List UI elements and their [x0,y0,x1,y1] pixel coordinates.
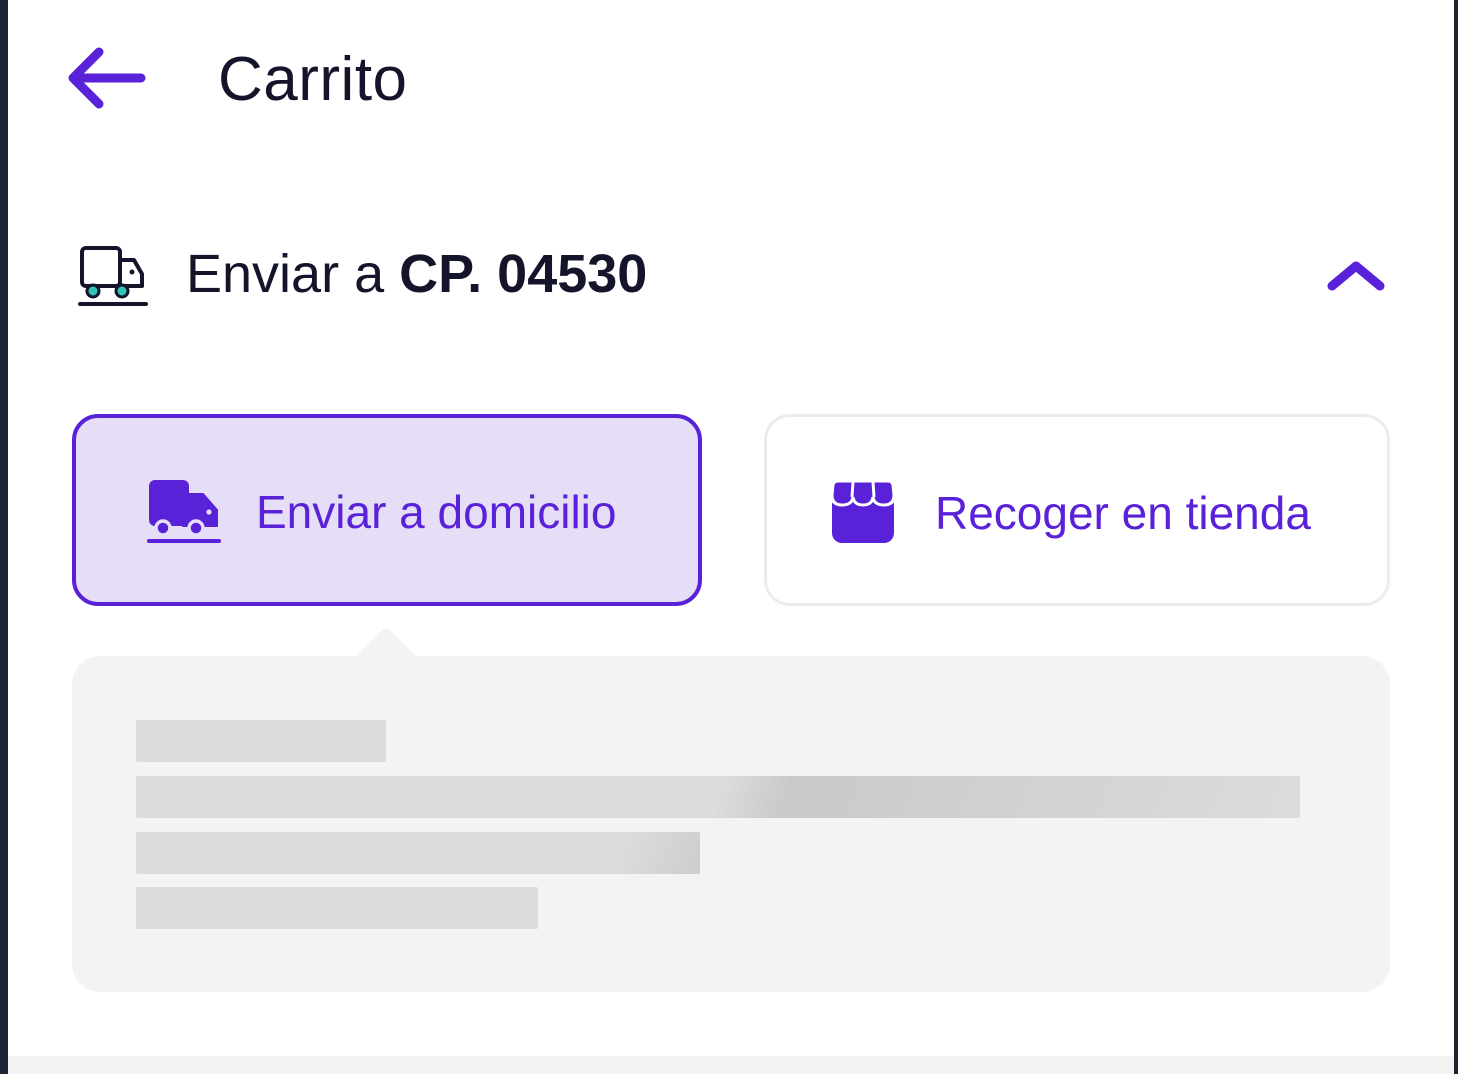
skeleton-line [136,887,538,929]
header: Carrito [8,0,1454,160]
truck-icon-wrap [144,476,224,546]
truck-outline-icon [78,246,148,306]
postal-code: CP. 04530 [399,244,648,304]
ship-home-option[interactable]: Enviar a domicilio [72,414,702,606]
skeleton-line [136,720,386,762]
skeleton-line [136,776,1300,818]
shipping-destination-row: Enviar a CP. 04530 [78,236,1388,312]
ship-home-label: Enviar a domicilio [256,486,617,538]
cart-screen: Carrito Enviar a CP. 04530 Enviar a domi… [8,0,1454,1074]
back-button[interactable] [60,40,150,116]
store-icon [830,479,896,543]
bottom-section-edge [8,1056,1454,1074]
chevron-up-icon [1327,261,1385,291]
skeleton-line [136,832,700,874]
collapse-toggle-button[interactable] [1324,250,1388,302]
panel-pointer [354,628,418,658]
shipping-prefix: Enviar a [186,244,400,304]
shipping-label: Enviar a CP. 04530 [186,240,647,308]
page-title: Carrito [218,45,408,114]
pickup-store-label: Recoger en tienda [935,487,1311,539]
truck-icon [147,480,221,543]
delivery-details-panel [72,656,1390,992]
store-icon-wrap [823,477,903,547]
arrow-left-icon [68,47,146,109]
pickup-store-option[interactable]: Recoger en tienda [764,414,1390,606]
